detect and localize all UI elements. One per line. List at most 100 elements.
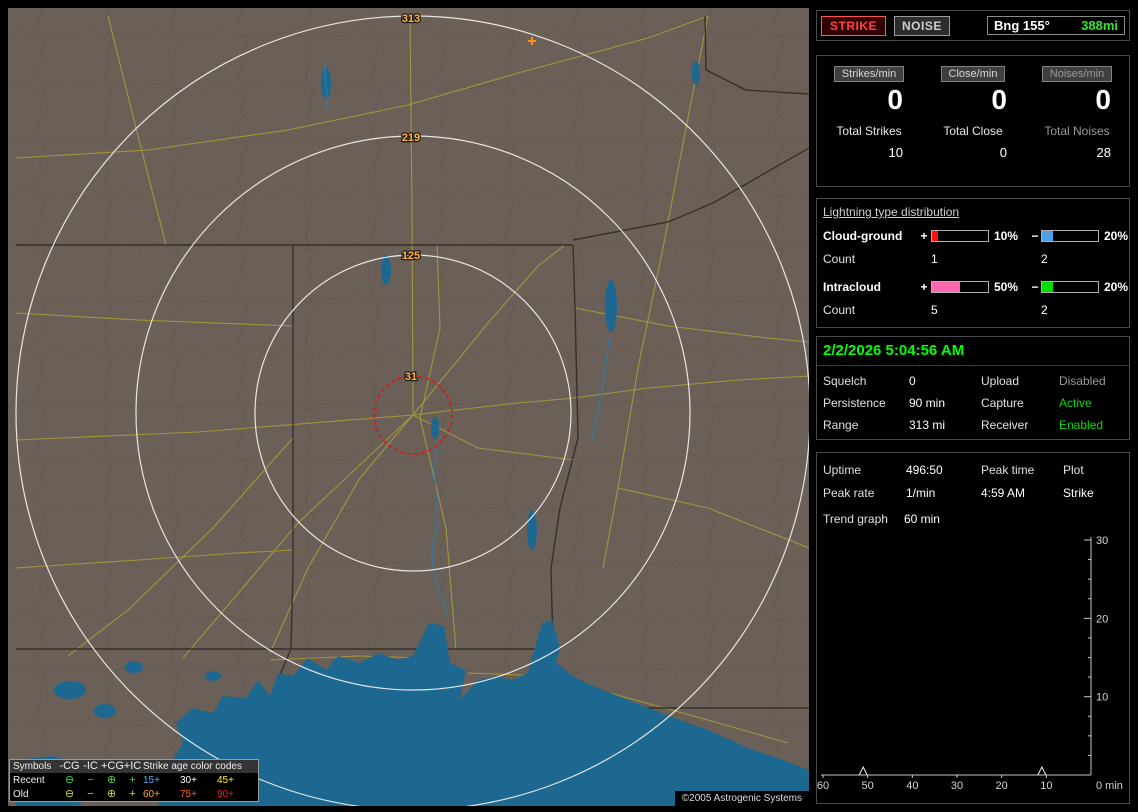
bearing-distance: 388mi — [1081, 18, 1118, 33]
legend-age-header: Strike age color codes — [143, 761, 242, 772]
peak-rate-label: Peak rate — [823, 486, 875, 500]
range-value: 313 mi — [909, 418, 946, 432]
cloud-ground-row: Cloud-ground + 10% − 20% — [817, 224, 1129, 248]
total-strikes-value: 10 — [888, 145, 903, 160]
pos-cg-old-icon: ⊕ — [106, 787, 117, 800]
squelch-label: Squelch — [823, 374, 867, 388]
age-90: 90+ — [217, 788, 234, 800]
legend-row-recent: Recent ⊖ − ⊕ + 15+ 30+ 45+ — [10, 773, 258, 787]
cg-minus-bar-fill — [1042, 231, 1054, 241]
cg-plus-percent: 10% — [994, 229, 1019, 243]
range-label: Range — [823, 418, 859, 432]
noises-counter-column: Noises/min 0 Total Noises 28 — [1025, 64, 1129, 186]
receiver-label: Receiver — [981, 418, 1029, 432]
capture-label: Capture — [981, 396, 1024, 410]
cloud-ground-count-row: Count 1 2 — [817, 248, 1129, 269]
svg-text:20: 20 — [996, 780, 1008, 792]
age-15: 15+ — [143, 774, 160, 786]
svg-text:30: 30 — [1096, 535, 1108, 547]
peak-time-value: 4:59 AM — [981, 486, 1026, 500]
minus-sign: − — [1031, 280, 1039, 294]
age-60: 60+ — [143, 788, 160, 800]
neg-ic-old-icon: − — [87, 787, 94, 800]
ic-plus-count: 5 — [931, 302, 938, 317]
bearing-readout: Bng 155° 388mi — [987, 16, 1125, 35]
svg-text:50: 50 — [862, 780, 874, 792]
total-close-label: Total Close — [943, 124, 1003, 138]
trend-graph-label: Trend graph — [823, 512, 888, 526]
ring-label-125: 125 — [402, 250, 420, 262]
noise-mode-button[interactable]: NOISE — [894, 15, 950, 36]
strikes-rate-value: 0 — [887, 84, 903, 115]
map-legend: Symbols -CG -IC +CG +IC Strike age color… — [9, 759, 259, 802]
svg-text:40: 40 — [906, 780, 918, 792]
plus-sign: + — [920, 229, 928, 243]
plot-label: Plot — [1063, 463, 1084, 477]
legend-header-row: Symbols -CG -IC +CG +IC Strike age color… — [10, 760, 258, 773]
persistence-label: Persistence — [823, 396, 886, 410]
legend-col-neg-ic: -IC — [83, 760, 98, 772]
cg-plus-count: 1 — [931, 251, 938, 266]
close-per-min-button[interactable]: Close/min — [940, 66, 1006, 82]
intracloud-count-row: Count 5 2 — [817, 299, 1129, 320]
cloud-ground-label: Cloud-ground — [823, 229, 903, 243]
trend-graph-chart: 10 20 30 60 50 40 30 20 10 0 min — [817, 535, 1123, 792]
svg-text:0 min: 0 min — [1096, 780, 1123, 792]
ic-minus-percent: 20% — [1104, 280, 1129, 294]
cg-plus-bar — [931, 230, 989, 242]
noises-rate-value: 0 — [1095, 84, 1111, 115]
pos-ic-recent-icon: + — [129, 773, 136, 786]
intracloud-row: Intracloud + 50% − 20% — [817, 275, 1129, 299]
close-rate-value: 0 — [991, 84, 1007, 115]
strikes-counter-column: Strikes/min 0 Total Strikes 10 — [817, 64, 921, 186]
squelch-value: 0 — [909, 374, 916, 388]
cg-count-label: Count — [823, 251, 856, 266]
trend-window-value: 60 min — [903, 512, 940, 526]
map-canvas[interactable]: 313 219 125 31 — [8, 8, 809, 806]
neg-cg-old-icon: ⊖ — [64, 787, 75, 800]
map-region[interactable]: 313 219 125 31 Symbols -CG -IC +CG +IC S… — [8, 8, 809, 806]
strikes-per-min-button[interactable]: Strikes/min — [833, 66, 905, 82]
ic-plus-bar-fill — [932, 282, 960, 292]
legend-row-old: Old ⊖ − ⊕ + 60+ 75+ 90+ — [10, 787, 258, 801]
ic-plus-bar — [931, 281, 989, 293]
age-75: 75+ — [180, 788, 197, 800]
cg-plus-bar-fill — [932, 231, 938, 241]
legend-col-neg-cg: -CG — [59, 760, 80, 772]
svg-text:60: 60 — [817, 780, 829, 792]
ic-minus-count: 2 — [1041, 302, 1048, 317]
cg-minus-percent: 20% — [1104, 229, 1129, 243]
ic-minus-bar-fill — [1042, 282, 1054, 292]
total-strikes-label: Total Strikes — [836, 124, 902, 138]
mode-toolbar: STRIKE NOISE Bng 155° 388mi — [816, 10, 1130, 41]
copyright-text: ©2005 Astrogenic Systems — [674, 791, 809, 806]
stats-grid: Uptime 496:50 Peak time Plot Peak rate 1… — [817, 453, 1129, 500]
close-counter-column: Close/min 0 Total Close 0 — [921, 64, 1025, 186]
pos-ic-old-icon: + — [129, 787, 136, 800]
uptime-label: Uptime — [823, 463, 862, 477]
intracloud-label: Intracloud — [823, 280, 882, 294]
capture-status: Active — [1059, 396, 1092, 410]
legend-col-pos-cg: +CG — [101, 760, 124, 772]
cg-minus-bar — [1041, 230, 1099, 242]
pos-cg-recent-icon: ⊕ — [106, 773, 117, 786]
ic-minus-bar — [1041, 281, 1099, 293]
distribution-title: Lightning type distribution — [823, 205, 960, 219]
total-noises-label: Total Noises — [1044, 124, 1110, 138]
noises-per-min-button[interactable]: Noises/min — [1041, 66, 1113, 82]
ring-label-219: 219 — [402, 132, 420, 144]
minus-sign: − — [1031, 229, 1039, 243]
peak-rate-value: 1/min — [906, 486, 936, 500]
neg-cg-recent-icon: ⊖ — [64, 773, 75, 786]
legend-recent-label: Recent — [13, 774, 45, 786]
neg-ic-recent-icon: − — [87, 773, 94, 786]
ring-label-31: 31 — [405, 371, 417, 383]
svg-text:10: 10 — [1096, 692, 1108, 704]
strike-mode-button[interactable]: STRIKE — [821, 15, 887, 36]
ic-plus-percent: 50% — [994, 280, 1019, 294]
cg-minus-count: 2 — [1041, 251, 1048, 266]
trend-graph-header: Trend graph 60 min — [817, 500, 1129, 526]
age-30: 30+ — [180, 774, 197, 786]
ic-count-label: Count — [823, 302, 856, 317]
svg-text:20: 20 — [1096, 613, 1108, 625]
